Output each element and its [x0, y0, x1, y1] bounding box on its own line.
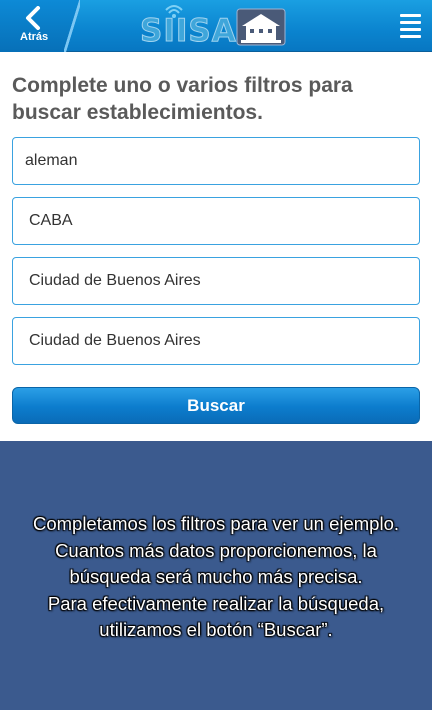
hamburger-menu-icon[interactable]: [398, 14, 424, 38]
chevron-left-icon: [26, 6, 40, 30]
hint-line: Completamos los filtros para ver un ejem…: [32, 513, 400, 534]
hint-line: utilizamos el botón “Buscar”.: [99, 619, 333, 640]
search-button[interactable]: Buscar: [12, 387, 420, 424]
building-icon: [236, 8, 286, 46]
form-prompt: Complete uno o varios filtros para busca…: [12, 74, 353, 124]
location-filter-input[interactable]: CABA: [12, 197, 420, 245]
hint-line: búsqueda será mucho más precisa.: [69, 566, 363, 587]
hint-line: Cuantos más datos proporcionemos, la: [55, 539, 377, 561]
top-bar: Atrás SIISA: [0, 0, 432, 52]
back-label: Atrás: [20, 31, 49, 43]
logo-text: SIISA: [140, 13, 237, 50]
hint-line: Para efectivamente realizar la búsqueda,: [47, 592, 385, 614]
name-filter-input[interactable]: aleman: [12, 137, 420, 185]
header-divider: [64, 0, 80, 52]
siisa-logo: SIISA: [140, 4, 290, 50]
tutorial-hint: Completamos los filtros para ver un ejem…: [0, 511, 432, 644]
city-filter-input[interactable]: Ciudad de Buenos Aires: [12, 317, 420, 365]
tutorial-overlay[interactable]: Completamos los filtros para ver un ejem…: [0, 441, 432, 710]
province-filter-input[interactable]: Ciudad de Buenos Aires: [12, 257, 420, 305]
